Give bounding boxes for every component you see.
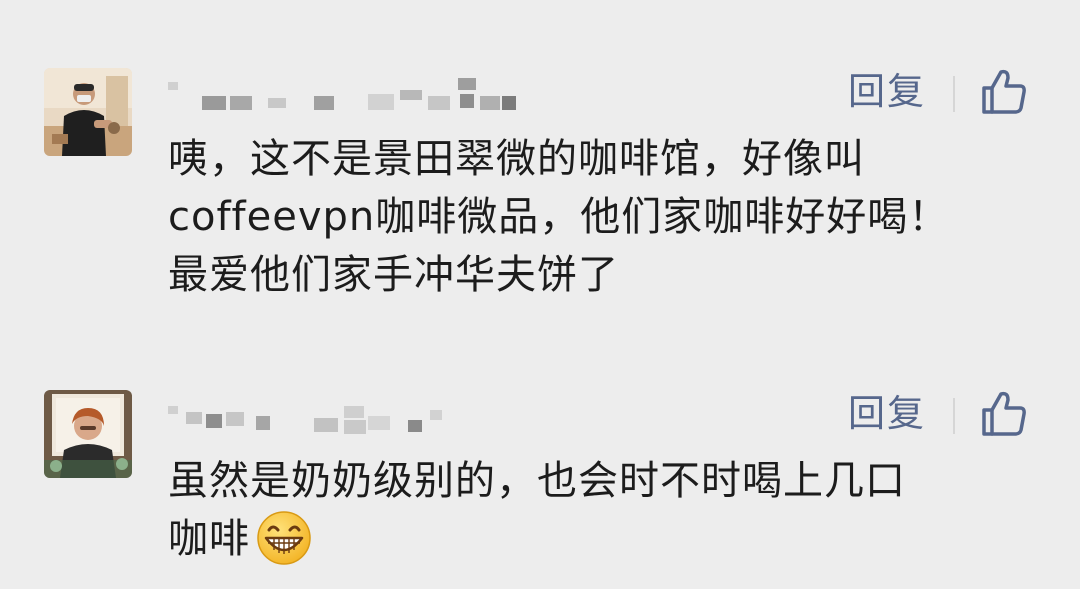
comment-line: 咖啡 xyxy=(168,516,250,562)
username-censored[interactable] xyxy=(168,396,528,434)
divider xyxy=(953,398,955,434)
comment-line: 虽然是奶奶级别的，也会时不时喝上几口 xyxy=(168,458,906,504)
avatar-photo xyxy=(44,390,132,478)
thumbs-up-icon xyxy=(982,69,1026,114)
comment-line: coffeevpn咖啡微品，他们家咖啡好好喝！ xyxy=(168,194,950,240)
avatar[interactable] xyxy=(44,390,132,478)
thumbs-up-icon xyxy=(982,391,1026,436)
avatar[interactable] xyxy=(44,68,132,156)
like-button[interactable] xyxy=(978,66,1030,118)
comment-line: 咦，这不是景田翠微的咖啡馆，好像叫 xyxy=(168,136,865,182)
comment-text: 咦，这不是景田翠微的咖啡馆，好像叫 coffeevpn咖啡微品，他们家咖啡好好喝… xyxy=(168,130,1048,304)
like-button[interactable] xyxy=(978,388,1030,440)
grinning-face-emoji xyxy=(257,511,311,565)
comment-text: 虽然是奶奶级别的，也会时不时喝上几口 咖啡 xyxy=(168,452,1048,568)
avatar-photo xyxy=(44,68,132,156)
comment-item: 回复 咦，这不是景田翠微的咖啡馆，好像叫 coffeevpn咖啡微品，他们家咖啡… xyxy=(0,62,1080,342)
divider xyxy=(953,76,955,112)
comment-line-last: 咖啡 xyxy=(168,510,1048,568)
comment-item: 回复 虽然是奶奶级别的，也会时不时喝上几口 咖啡 xyxy=(0,384,1080,584)
username-censored[interactable] xyxy=(168,74,528,110)
reply-button[interactable]: 回复 xyxy=(848,70,926,114)
comment-line: 最爱他们家手冲华夫饼了 xyxy=(168,252,619,298)
reply-button[interactable]: 回复 xyxy=(848,392,926,436)
